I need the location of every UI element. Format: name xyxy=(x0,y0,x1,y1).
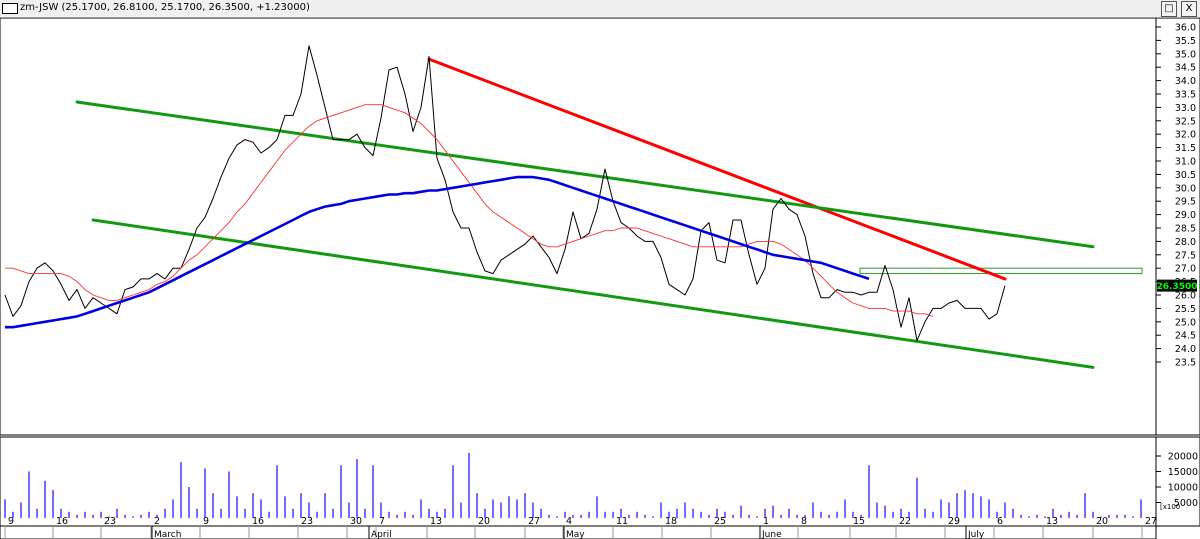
month-label: May xyxy=(566,530,585,539)
price-tick-label: 30.5 xyxy=(1175,170,1196,181)
date-tick-label: 7 xyxy=(379,516,385,527)
date-tick-label: 13 xyxy=(430,516,442,527)
date-tick-label: 15 xyxy=(853,516,865,527)
volume-axis xyxy=(1155,436,1200,527)
price-tick-label: 29.5 xyxy=(1175,197,1196,208)
price-tick-label: 35.5 xyxy=(1175,36,1196,47)
stock-chart: 23.524.024.525.025.526.026.527.027.528.0… xyxy=(0,18,1200,539)
date-tick-label: 23 xyxy=(301,516,313,527)
date-tick-label: 29 xyxy=(948,516,960,527)
price-tick-label: 27.0 xyxy=(1175,264,1196,275)
price-tick-label: 27.5 xyxy=(1175,250,1196,261)
price-tick-label: 25.5 xyxy=(1175,304,1196,315)
price-tick-label: 33.5 xyxy=(1175,90,1196,101)
date-tick-label: 25 xyxy=(714,516,726,527)
price-tick-label: 25.0 xyxy=(1175,317,1196,328)
date-tick-label: 9 xyxy=(203,516,209,527)
chart-area: 23.524.024.525.025.526.026.527.027.528.0… xyxy=(0,18,1200,539)
price-tick-label: 31.0 xyxy=(1175,157,1196,168)
date-tick-label: 4 xyxy=(566,516,572,527)
volume-unit-label: [x100 xyxy=(1160,503,1180,511)
price-tick-label: 34.5 xyxy=(1175,63,1196,74)
volume-tick-label: 20000 xyxy=(1168,452,1198,463)
chart-window-icon xyxy=(2,3,18,14)
last-price-label: 26.3500 xyxy=(1157,282,1198,292)
price-tick-label: 24.5 xyxy=(1175,331,1196,342)
chart-title: zm-JSW (25.1700, 26.8100, 25.1700, 26.35… xyxy=(20,2,310,13)
date-tick-label: 20 xyxy=(478,516,490,527)
price-tick-label: 36.0 xyxy=(1175,23,1196,34)
date-tick-label: 13 xyxy=(1046,516,1058,527)
date-tick-label: 27 xyxy=(1145,516,1157,527)
price-tick-label: 23.5 xyxy=(1175,358,1196,369)
price-tick-label: 32.0 xyxy=(1175,130,1196,141)
date-tick-label: 16 xyxy=(252,516,264,527)
date-tick-label: 6 xyxy=(997,516,1003,527)
volume-tick-label: 10000 xyxy=(1168,483,1198,494)
price-tick-label: 35.0 xyxy=(1175,49,1196,60)
restore-button[interactable]: □ xyxy=(1161,1,1177,17)
close-button[interactable]: X xyxy=(1181,1,1197,17)
date-tick-label: 23 xyxy=(104,516,116,527)
volume-tick-label: 15000 xyxy=(1168,467,1198,478)
price-tick-label: 26.0 xyxy=(1175,291,1196,302)
price-tick-label: 33.0 xyxy=(1175,103,1196,114)
date-tick-label: 30 xyxy=(350,516,362,527)
date-tick-label: 16 xyxy=(56,516,68,527)
date-tick-label: 20 xyxy=(1096,516,1108,527)
date-tick-label: 11 xyxy=(616,516,628,527)
price-tick-label: 24.0 xyxy=(1175,344,1196,355)
title-bar: zm-JSW (25.1700, 26.8100, 25.1700, 26.35… xyxy=(0,0,1200,18)
month-label: March xyxy=(154,530,181,539)
price-tick-label: 28.5 xyxy=(1175,224,1196,235)
price-tick-label: 32.5 xyxy=(1175,116,1196,127)
date-tick-label: 18 xyxy=(665,516,677,527)
price-tick-label: 34.0 xyxy=(1175,76,1196,87)
price-panel-frame xyxy=(0,18,1157,436)
price-tick-label: 29.0 xyxy=(1175,210,1196,221)
price-tick-label: 28.0 xyxy=(1175,237,1196,248)
month-label: July xyxy=(967,530,985,539)
month-label: April xyxy=(371,530,392,539)
date-tick-label: 1 xyxy=(763,516,769,527)
price-tick-label: 31.5 xyxy=(1175,143,1196,154)
date-tick-label: 8 xyxy=(801,516,807,527)
price-tick-label: 30.0 xyxy=(1175,183,1196,194)
month-label: June xyxy=(761,530,782,539)
date-tick-label: 27 xyxy=(528,516,540,527)
